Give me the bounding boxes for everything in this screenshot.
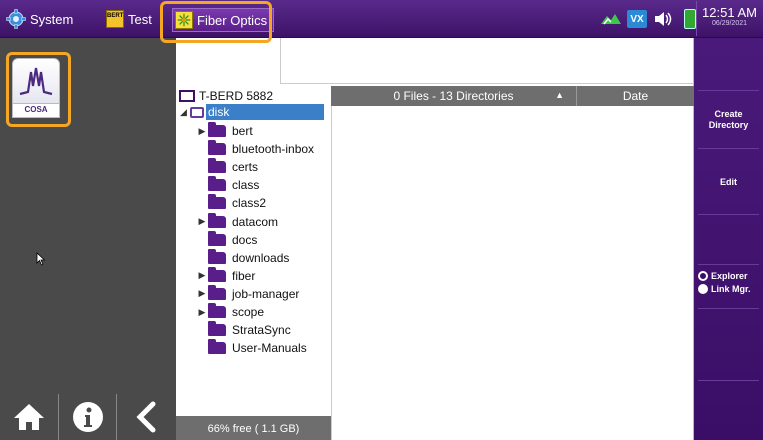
tab-test[interactable]: BERT Test [106,6,152,32]
highlight-fiber-optics [160,1,272,43]
vx-icon: VX [627,10,647,28]
home-button[interactable] [0,394,58,440]
bottom-nav [0,394,176,440]
folder-icon [208,176,226,192]
collapse-arrow-icon[interactable]: ◢ [180,107,190,118]
folder-icon [208,122,226,137]
highlight-cosa [6,52,71,127]
folder-icon [208,230,226,246]
tab-test-label: Test [128,11,152,27]
chevron-left-icon [135,401,155,433]
right-panel: Create Directory Edit Explorer Link Mgr. [694,38,763,440]
expand-arrow-icon[interactable]: ▶ [196,307,208,318]
files-name-column-header[interactable]: 0 Files - 13 Directories ▲ [331,86,577,106]
folder-icon [208,194,226,210]
bert-icon: BERT [106,10,124,28]
tree-folder[interactable]: downloads [196,248,290,267]
status-icons: VX [600,8,701,30]
free-space: 66% free ( 1.1 GB) [176,416,331,440]
top-bar: System BERT Test Fiber Optics VX 12:51 A… [0,0,763,38]
tree-folder-label: datacom [232,214,279,229]
edit-button[interactable]: Edit [694,152,763,212]
disk-icon [190,106,204,118]
tree-folder-label: certs [232,160,259,175]
tree-folder[interactable]: certs [196,158,258,176]
radio-link-mgr-indicator [698,284,708,294]
clock-time: 12:51 AM [702,5,757,20]
expand-arrow-icon[interactable]: ▶ [196,288,208,299]
tree-folder[interactable]: bluetooth-inbox [196,140,314,158]
tree-folder-label: class [232,178,260,193]
tree-folder[interactable]: docs [196,230,258,249]
folder-icon [208,321,226,337]
tree-folder-label: bert [232,124,253,138]
tree-folder-label: docs [232,232,258,247]
radio-explorer-indicator [698,271,708,281]
gear-icon [6,9,26,29]
folder-icon [208,303,226,318]
expand-arrow-icon[interactable]: ▶ [196,216,208,227]
tree-root[interactable]: T-BERD 5882 [179,88,273,104]
clock: 12:51 AM 06/29/2021 [696,1,762,36]
tree-folder[interactable]: ▶ fiber [196,266,256,285]
tree-folder[interactable]: class [196,176,259,194]
folder-icon [208,140,226,156]
directory-tree[interactable]: T-BERD 5882 ◢ disk ▶ bert bluetooth-inbox c… [176,86,331,414]
expand-arrow-icon[interactable]: ▶ [196,126,208,137]
tree-folder-label: class2 [232,196,267,211]
files-date-column-header[interactable]: Date [577,86,694,106]
folder-icon [208,339,226,355]
folder-icon [208,248,226,264]
home-icon [14,404,44,430]
info-button[interactable] [58,394,116,440]
separator [698,264,759,265]
separator [698,148,759,149]
tree-folder[interactable]: ▶ bert [196,122,253,140]
tree-folder[interactable]: ▶ scope [196,303,264,321]
tree-folder[interactable]: ▶ job-manager [196,284,300,303]
info-icon [72,402,103,432]
files-header: 0 Files - 13 Directories ▲ Date [331,86,694,106]
device-icon [179,90,195,102]
separator [698,380,759,381]
separator [698,90,759,91]
create-directory-button[interactable]: Create Directory [694,94,763,146]
speaker-icon[interactable] [652,9,674,29]
separator [698,308,759,309]
back-button[interactable] [116,394,174,440]
tree-folder-label: bluetooth-inbox [232,142,315,157]
path-bar [280,38,694,84]
clock-date: 06/29/2021 [711,20,748,27]
mouse-cursor-icon [36,252,46,266]
tree-folder-label: scope [232,305,265,319]
file-manager: T-BERD 5882 ◢ disk ▶ bert bluetooth-inbox c… [176,38,694,440]
tree-folder-label: User-Manuals [232,341,307,356]
tree-folder-label: StrataSync [232,323,291,338]
radio-link-mgr[interactable]: Link Mgr. [698,283,751,295]
folder-icon [208,266,226,282]
expand-arrow-icon[interactable]: ▶ [196,270,208,281]
network-icon [600,9,622,29]
files-list[interactable] [331,106,694,440]
separator [698,214,759,215]
folder-icon [208,212,226,228]
tree-disk[interactable]: ◢ disk [180,104,324,120]
folder-icon [208,158,226,174]
tree-folder[interactable]: class2 [196,194,266,212]
tree-root-label: T-BERD 5882 [199,89,274,103]
sort-up-icon: ▲ [555,90,564,100]
tree-folder[interactable]: User-Manuals [196,339,307,357]
folder-icon [208,284,226,300]
tab-system-label: System [30,11,74,27]
tree-folder-label: fiber [232,268,256,283]
radio-explorer[interactable]: Explorer [698,270,748,282]
tree-disk-label: disk [206,104,324,120]
tree-folder-label: downloads [232,250,290,265]
tree-folder-label: job-manager [232,286,300,301]
tree-folder[interactable]: ▶ datacom [196,212,279,231]
tab-system[interactable]: System [6,6,73,32]
tree-folder[interactable]: StrataSync [196,321,291,339]
